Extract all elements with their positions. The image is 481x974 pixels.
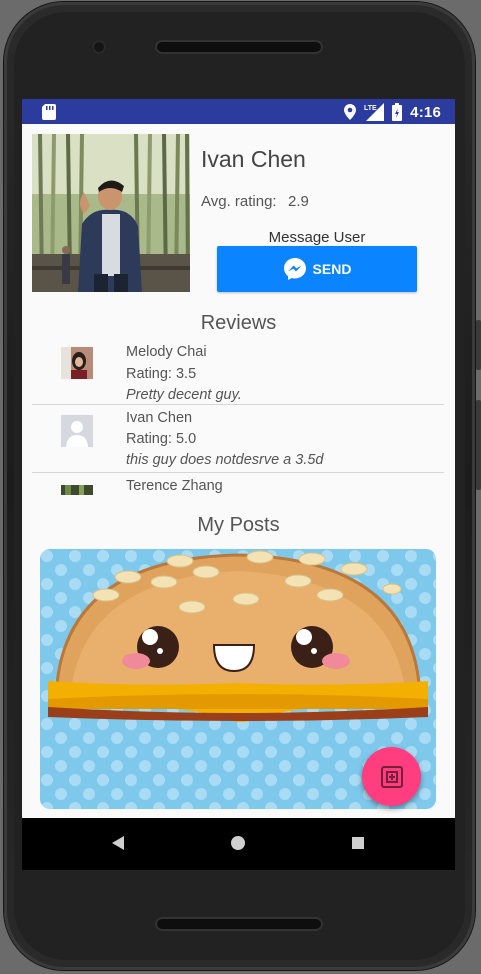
add-post-fab[interactable]: [362, 747, 421, 806]
reviewer-name: Ivan Chen: [126, 410, 193, 426]
bottom-speaker: [155, 917, 323, 931]
send-button-label: SEND: [312, 261, 352, 277]
reviews-title: Reviews: [200, 312, 277, 334]
review-rating: Rating: 5.0: [126, 431, 197, 447]
review-rating: Rating: 3.5: [126, 366, 197, 382]
my-posts-title: My Posts: [197, 514, 280, 536]
top-speaker: [155, 40, 323, 54]
battery-icon: [392, 103, 403, 121]
messenger-icon: [283, 258, 306, 280]
status-bar: LTE 4:16: [22, 99, 455, 124]
home-icon[interactable]: [231, 836, 245, 850]
review-item[interactable]: Terence Zhang: [32, 478, 444, 498]
network-type-label: LTE: [364, 105, 377, 112]
send-message-button[interactable]: SEND: [217, 246, 417, 292]
avg-rating-label: Avg. rating:: [201, 193, 277, 210]
review-item[interactable]: Ivan Chen Rating: 5.0 this guy does notd…: [32, 410, 444, 468]
device-screen: LTE 4:16 Ivan Chen Avg. rating: 2.9 Mess…: [22, 99, 455, 870]
profile-name: Ivan Chen: [201, 146, 306, 172]
power-button: [476, 400, 481, 490]
reviewer-name: Melody Chai: [126, 344, 207, 360]
message-user-label: Message User: [268, 229, 366, 246]
sd-card-icon: [42, 104, 56, 120]
avg-rating-value: 2.9: [288, 193, 309, 210]
profile-photo: [32, 134, 190, 292]
reviewer-avatar: [61, 485, 93, 495]
default-avatar-icon: [61, 415, 93, 447]
volume-button: [476, 320, 481, 370]
add-post-icon: [380, 765, 403, 788]
review-text: this guy does notdesrve a 3.5d: [126, 452, 324, 468]
system-nav-bar: [22, 818, 455, 870]
review-item[interactable]: Melody Chai Rating: 3.5 Pretty decent gu…: [32, 344, 444, 403]
signal-icon: LTE: [364, 103, 385, 121]
recent-apps-icon[interactable]: [352, 837, 364, 849]
review-divider: [32, 404, 444, 405]
reviewer-avatar: [61, 347, 93, 379]
review-text: Pretty decent guy.: [126, 387, 242, 403]
review-divider: [32, 472, 444, 473]
front-camera: [92, 40, 106, 54]
clock-time: 4:16: [410, 103, 441, 121]
back-icon[interactable]: [112, 836, 124, 850]
reviewer-name: Terence Zhang: [126, 478, 223, 494]
location-icon: [344, 104, 357, 120]
profile-content[interactable]: Ivan Chen Avg. rating: 2.9 Message User …: [22, 124, 455, 818]
